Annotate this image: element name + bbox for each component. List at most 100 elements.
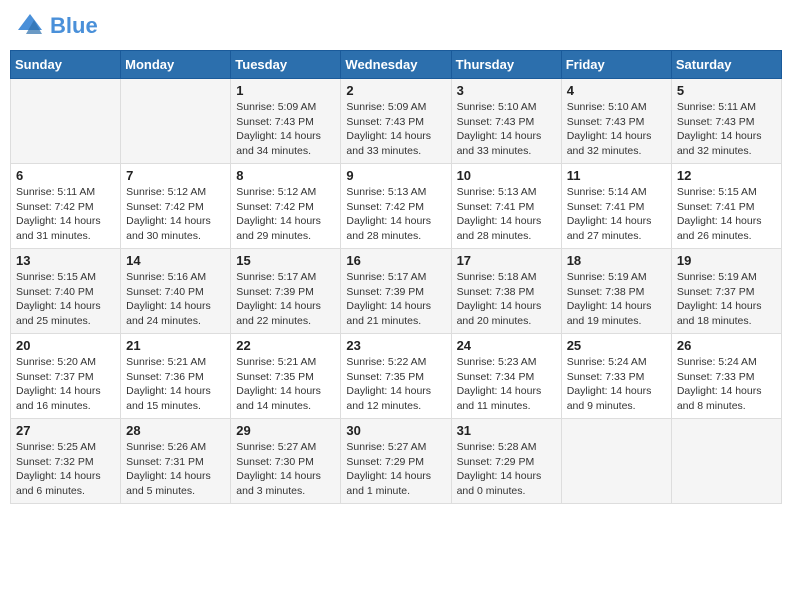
day-number: 11 [567, 168, 666, 183]
day-detail: Sunrise: 5:16 AM Sunset: 7:40 PM Dayligh… [126, 270, 225, 329]
calendar-cell [11, 79, 121, 164]
day-detail: Sunrise: 5:11 AM Sunset: 7:43 PM Dayligh… [677, 100, 776, 159]
calendar-cell: 2Sunrise: 5:09 AM Sunset: 7:43 PM Daylig… [341, 79, 451, 164]
calendar-cell: 22 Sunrise: 5:21 AM Sunset: 7:35 PM Dayli… [231, 334, 341, 419]
calendar-cell: 24Sunrise: 5:23 AM Sunset: 7:34 PM Dayli… [451, 334, 561, 419]
calendar-cell: 8 Sunrise: 5:12 AM Sunset: 7:42 PM Daylig… [231, 164, 341, 249]
day-number: 15 [236, 253, 335, 268]
day-number: 23 [346, 338, 445, 353]
day-number: 2 [346, 83, 445, 98]
day-detail: Sunrise: 5:17 AM Sunset: 7:39 PM Dayligh… [236, 270, 335, 329]
calendar-cell [561, 419, 671, 504]
day-detail: Sunrise: 5:13 AM Sunset: 7:41 PM Dayligh… [457, 185, 556, 244]
day-detail: Sunrise: 5:19 AM Sunset: 7:37 PM Dayligh… [677, 270, 776, 329]
day-detail: Sunrise: 5:21 AM Sunset: 7:35 PM Dayligh… [236, 355, 335, 414]
day-detail: Sunrise: 5:17 AM Sunset: 7:39 PM Dayligh… [346, 270, 445, 329]
calendar-cell: 6 Sunrise: 5:11 AM Sunset: 7:42 PM Daylig… [11, 164, 121, 249]
day-number: 17 [457, 253, 556, 268]
calendar-body: 1 Sunrise: 5:09 AM Sunset: 7:43 PM Daylig… [11, 79, 782, 504]
day-detail: Sunrise: 5:25 AM Sunset: 7:32 PM Dayligh… [16, 440, 115, 499]
day-detail: Sunrise: 5:10 AM Sunset: 7:43 PM Dayligh… [567, 100, 666, 159]
calendar-cell: 10Sunrise: 5:13 AM Sunset: 7:41 PM Dayli… [451, 164, 561, 249]
calendar-header: SundayMondayTuesdayWednesdayThursdayFrid… [11, 51, 782, 79]
day-detail: Sunrise: 5:27 AM Sunset: 7:29 PM Dayligh… [346, 440, 445, 499]
day-detail: Sunrise: 5:11 AM Sunset: 7:42 PM Dayligh… [16, 185, 115, 244]
day-detail: Sunrise: 5:12 AM Sunset: 7:42 PM Dayligh… [236, 185, 335, 244]
day-number: 9 [346, 168, 445, 183]
weekday-header-sunday: Sunday [11, 51, 121, 79]
day-detail: Sunrise: 5:26 AM Sunset: 7:31 PM Dayligh… [126, 440, 225, 499]
calendar-cell: 17 Sunrise: 5:18 AM Sunset: 7:38 PM Dayli… [451, 249, 561, 334]
calendar-cell: 12 Sunrise: 5:15 AM Sunset: 7:41 PM Dayli… [671, 164, 781, 249]
calendar-cell: 3Sunrise: 5:10 AM Sunset: 7:43 PM Daylig… [451, 79, 561, 164]
day-number: 25 [567, 338, 666, 353]
calendar-cell: 13 Sunrise: 5:15 AM Sunset: 7:40 PM Dayli… [11, 249, 121, 334]
day-number: 4 [567, 83, 666, 98]
weekday-header-monday: Monday [121, 51, 231, 79]
day-number: 26 [677, 338, 776, 353]
day-detail: Sunrise: 5:13 AM Sunset: 7:42 PM Dayligh… [346, 185, 445, 244]
calendar-cell: 19 Sunrise: 5:19 AM Sunset: 7:37 PM Dayli… [671, 249, 781, 334]
day-detail: Sunrise: 5:19 AM Sunset: 7:38 PM Dayligh… [567, 270, 666, 329]
day-number: 21 [126, 338, 225, 353]
page-header: Blue [10, 10, 782, 42]
logo-icon [14, 10, 46, 42]
weekday-header-wednesday: Wednesday [341, 51, 451, 79]
calendar-week-4: 20 Sunrise: 5:20 AM Sunset: 7:37 PM Dayli… [11, 334, 782, 419]
day-detail: Sunrise: 5:18 AM Sunset: 7:38 PM Dayligh… [457, 270, 556, 329]
calendar-cell: 31Sunrise: 5:28 AM Sunset: 7:29 PM Dayli… [451, 419, 561, 504]
day-number: 14 [126, 253, 225, 268]
weekday-header-friday: Friday [561, 51, 671, 79]
weekday-header-saturday: Saturday [671, 51, 781, 79]
logo-blue-text: Blue [50, 13, 98, 39]
day-number: 18 [567, 253, 666, 268]
day-number: 30 [346, 423, 445, 438]
weekday-header-thursday: Thursday [451, 51, 561, 79]
calendar-cell: 11Sunrise: 5:14 AM Sunset: 7:41 PM Dayli… [561, 164, 671, 249]
day-number: 12 [677, 168, 776, 183]
calendar-cell: 20 Sunrise: 5:20 AM Sunset: 7:37 PM Dayli… [11, 334, 121, 419]
calendar-cell: 14 Sunrise: 5:16 AM Sunset: 7:40 PM Dayli… [121, 249, 231, 334]
calendar-week-5: 27 Sunrise: 5:25 AM Sunset: 7:32 PM Dayli… [11, 419, 782, 504]
day-number: 19 [677, 253, 776, 268]
day-number: 27 [16, 423, 115, 438]
calendar-cell: 7Sunrise: 5:12 AM Sunset: 7:42 PM Daylig… [121, 164, 231, 249]
day-number: 6 [16, 168, 115, 183]
calendar-cell: 23 Sunrise: 5:22 AM Sunset: 7:35 PM Dayli… [341, 334, 451, 419]
day-number: 29 [236, 423, 335, 438]
day-detail: Sunrise: 5:20 AM Sunset: 7:37 PM Dayligh… [16, 355, 115, 414]
calendar-week-1: 1 Sunrise: 5:09 AM Sunset: 7:43 PM Daylig… [11, 79, 782, 164]
day-number: 8 [236, 168, 335, 183]
day-detail: Sunrise: 5:24 AM Sunset: 7:33 PM Dayligh… [567, 355, 666, 414]
day-detail: Sunrise: 5:22 AM Sunset: 7:35 PM Dayligh… [346, 355, 445, 414]
day-detail: Sunrise: 5:15 AM Sunset: 7:41 PM Dayligh… [677, 185, 776, 244]
day-number: 20 [16, 338, 115, 353]
calendar-cell: 28 Sunrise: 5:26 AM Sunset: 7:31 PM Dayli… [121, 419, 231, 504]
calendar-table: SundayMondayTuesdayWednesdayThursdayFrid… [10, 50, 782, 504]
calendar-cell: 30 Sunrise: 5:27 AM Sunset: 7:29 PM Dayli… [341, 419, 451, 504]
calendar-cell: 1 Sunrise: 5:09 AM Sunset: 7:43 PM Daylig… [231, 79, 341, 164]
calendar-cell: 18 Sunrise: 5:19 AM Sunset: 7:38 PM Dayli… [561, 249, 671, 334]
calendar-week-2: 6 Sunrise: 5:11 AM Sunset: 7:42 PM Daylig… [11, 164, 782, 249]
day-number: 31 [457, 423, 556, 438]
day-number: 16 [346, 253, 445, 268]
day-detail: Sunrise: 5:12 AM Sunset: 7:42 PM Dayligh… [126, 185, 225, 244]
calendar-cell: 16 Sunrise: 5:17 AM Sunset: 7:39 PM Dayli… [341, 249, 451, 334]
day-number: 13 [16, 253, 115, 268]
calendar-cell: 9 Sunrise: 5:13 AM Sunset: 7:42 PM Daylig… [341, 164, 451, 249]
day-number: 3 [457, 83, 556, 98]
day-number: 28 [126, 423, 225, 438]
day-detail: Sunrise: 5:15 AM Sunset: 7:40 PM Dayligh… [16, 270, 115, 329]
day-detail: Sunrise: 5:09 AM Sunset: 7:43 PM Dayligh… [236, 100, 335, 159]
day-number: 22 [236, 338, 335, 353]
calendar-cell: 27 Sunrise: 5:25 AM Sunset: 7:32 PM Dayli… [11, 419, 121, 504]
calendar-cell: 21Sunrise: 5:21 AM Sunset: 7:36 PM Dayli… [121, 334, 231, 419]
day-number: 24 [457, 338, 556, 353]
day-number: 1 [236, 83, 335, 98]
calendar-cell [671, 419, 781, 504]
calendar-cell: 29Sunrise: 5:27 AM Sunset: 7:30 PM Dayli… [231, 419, 341, 504]
calendar-cell: 26 Sunrise: 5:24 AM Sunset: 7:33 PM Dayli… [671, 334, 781, 419]
weekday-header-tuesday: Tuesday [231, 51, 341, 79]
calendar-cell: 25 Sunrise: 5:24 AM Sunset: 7:33 PM Dayli… [561, 334, 671, 419]
day-detail: Sunrise: 5:24 AM Sunset: 7:33 PM Dayligh… [677, 355, 776, 414]
